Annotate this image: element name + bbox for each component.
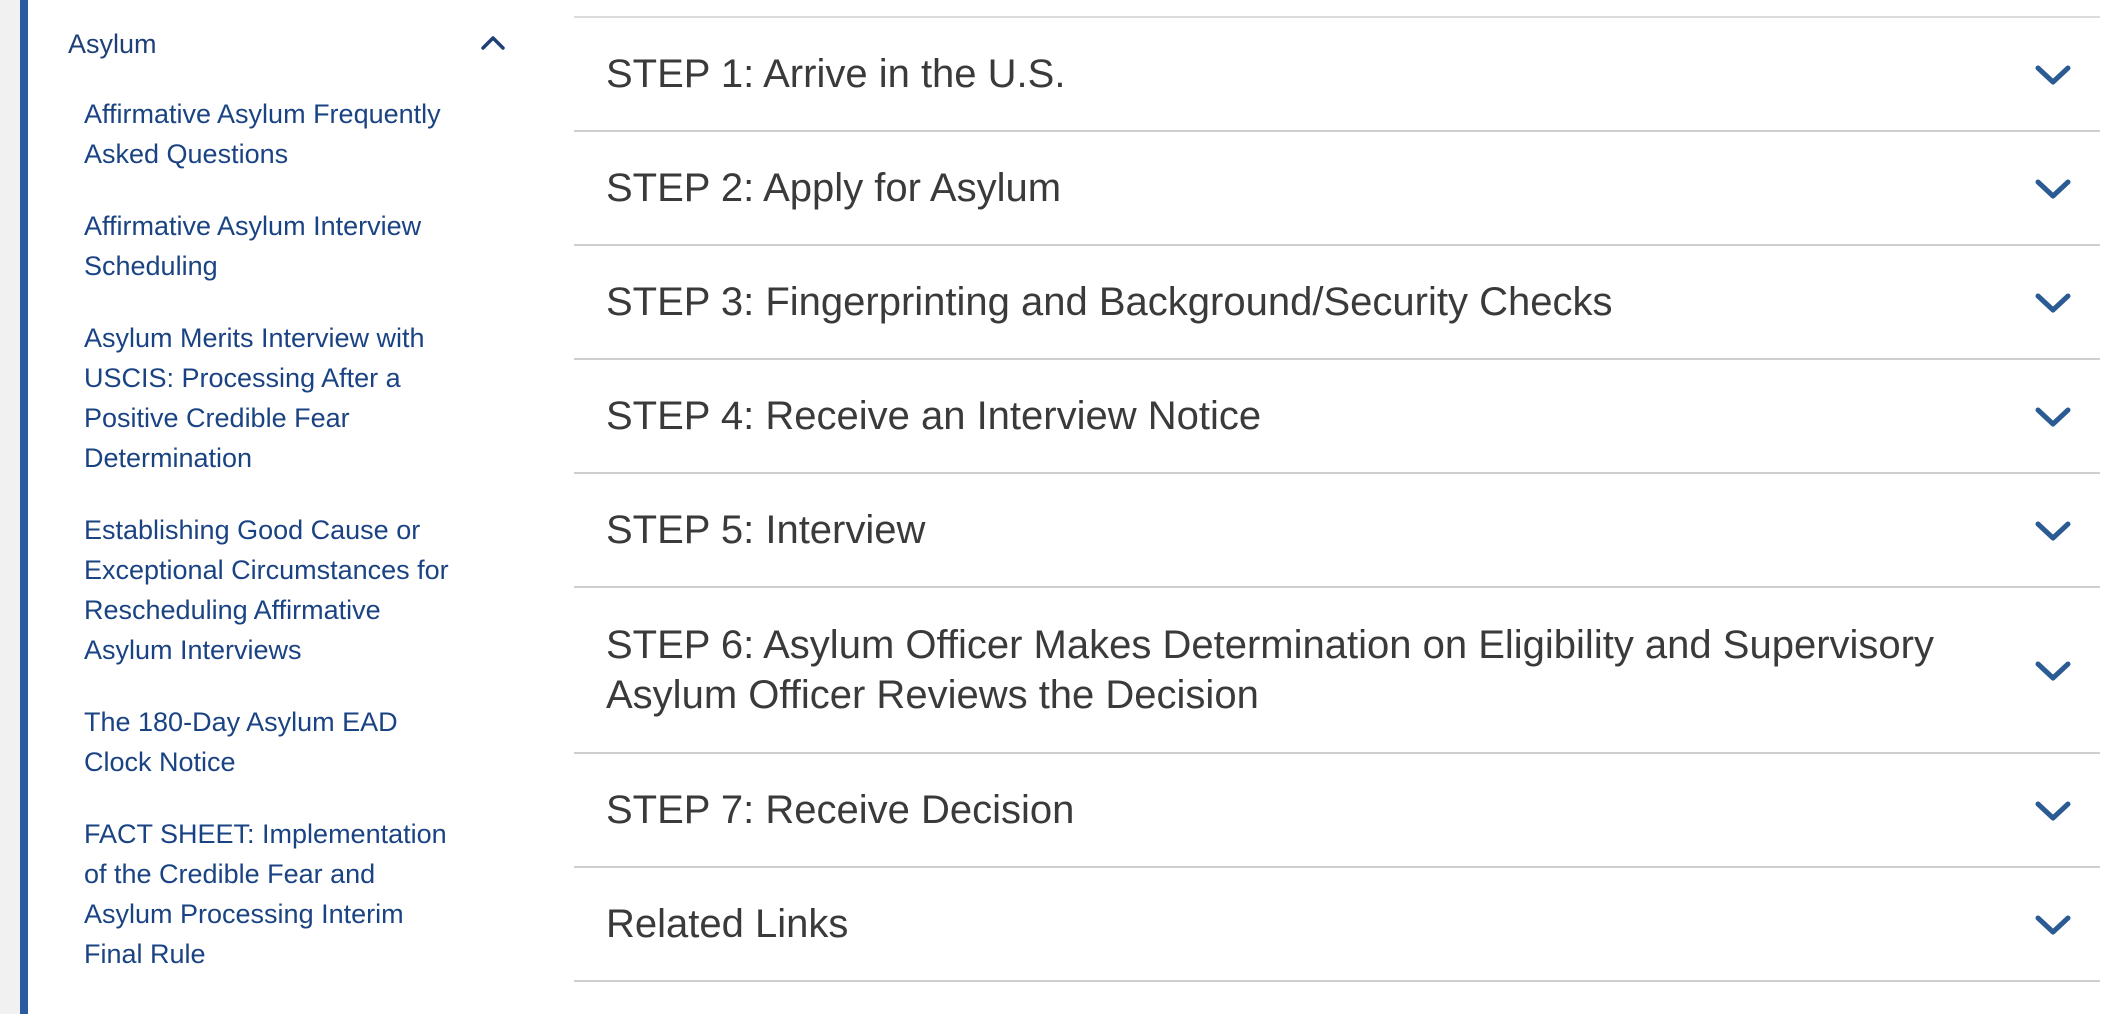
accordion-item-label: STEP 3: Fingerprinting and Background/Se… [606, 280, 1613, 324]
accordion-item-label: STEP 1: Arrive in the U.S. [606, 52, 1066, 96]
sidebar-link-fact-sheet-credible-fear[interactable]: FACT SHEET: Implementation of the Credib… [84, 814, 464, 974]
chevron-down-icon[interactable] [2034, 798, 2072, 824]
chevron-down-icon[interactable] [2034, 290, 2072, 316]
accordion-item-label: STEP 4: Receive an Interview Notice [606, 394, 1262, 438]
sidebar-nav: Asylum Affirmative Asylum Frequently Ask… [28, 0, 505, 1014]
chevron-down-icon[interactable] [2034, 176, 2072, 202]
sidebar-link-list: Affirmative Asylum Frequently Asked Ques… [84, 94, 464, 1006]
chevron-down-icon[interactable] [2034, 404, 2072, 430]
sidebar-link-180-day-ead-clock[interactable]: The 180-Day Asylum EAD Clock Notice [84, 702, 464, 782]
accordion-top-divider [574, 0, 2100, 18]
chevron-down-icon[interactable] [2034, 912, 2072, 938]
chevron-down-icon[interactable] [2034, 62, 2072, 88]
accordion-item-related-links[interactable]: Related Links [574, 868, 2100, 982]
accordion-item-step-5[interactable]: STEP 5: Interview [574, 474, 2100, 588]
sidebar-accent-bar [20, 0, 28, 1014]
accordion-item-label: STEP 6: Asylum Officer Makes Determinati… [606, 623, 1934, 717]
accordion-item-step-4[interactable]: STEP 4: Receive an Interview Notice [574, 360, 2100, 474]
sidebar-link-interview-scheduling[interactable]: Affirmative Asylum Interview Scheduling [84, 206, 464, 286]
sidebar-section-title: Asylum [68, 29, 157, 59]
chevron-down-icon[interactable] [2034, 518, 2072, 544]
page-gutter [0, 0, 20, 1014]
accordion-item-step-2[interactable]: STEP 2: Apply for Asylum [574, 132, 2100, 246]
accordion-item-label: STEP 5: Interview [606, 508, 926, 552]
accordion-item-step-3[interactable]: STEP 3: Fingerprinting and Background/Se… [574, 246, 2100, 360]
chevron-down-icon[interactable] [2034, 658, 2072, 684]
accordion-item-step-6[interactable]: STEP 6: Asylum Officer Makes Determinati… [574, 588, 2100, 754]
chevron-up-icon[interactable] [480, 32, 506, 52]
accordion-item-label: STEP 7: Receive Decision [606, 788, 1075, 832]
sidebar-link-asylum-merits-interview[interactable]: Asylum Merits Interview with USCIS: Proc… [84, 318, 464, 478]
sidebar-link-good-cause-rescheduling[interactable]: Establishing Good Cause or Exceptional C… [84, 510, 464, 670]
sidebar-section-asylum[interactable]: Asylum [68, 22, 508, 66]
accordion-item-label: Related Links [606, 902, 849, 946]
steps-accordion: STEP 1: Arrive in the U.S. STEP 2: Apply… [574, 0, 2100, 982]
sidebar-link-affirmative-asylum-faq[interactable]: Affirmative Asylum Frequently Asked Ques… [84, 94, 464, 174]
accordion-item-step-7[interactable]: STEP 7: Receive Decision [574, 754, 2100, 868]
accordion-item-label: STEP 2: Apply for Asylum [606, 166, 1062, 210]
accordion-item-step-1[interactable]: STEP 1: Arrive in the U.S. [574, 18, 2100, 132]
